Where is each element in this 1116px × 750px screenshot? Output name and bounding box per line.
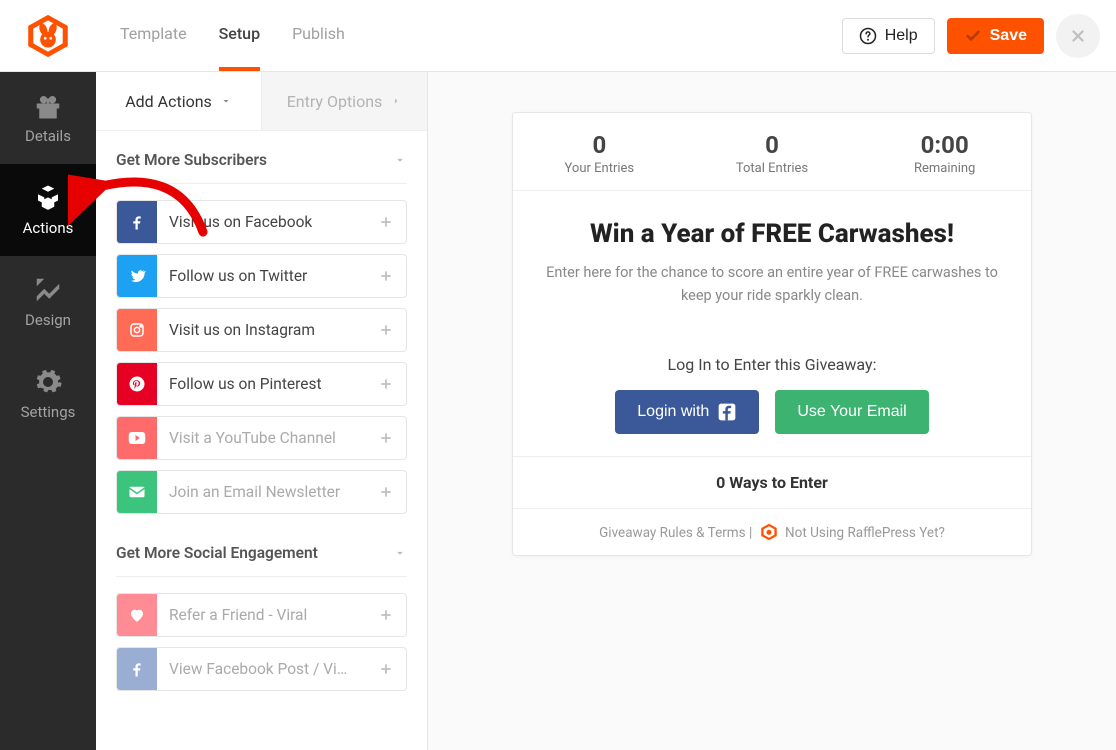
help-button[interactable]: Help [842, 18, 935, 54]
mail-icon [117, 470, 157, 514]
chevron-down-icon [393, 153, 407, 167]
facebook-icon [117, 647, 157, 691]
ways-to-enter: 0 Ways to Enter [513, 456, 1031, 508]
design-icon [33, 275, 63, 305]
rail-item-details[interactable]: Details [0, 72, 96, 164]
help-icon [859, 27, 877, 45]
section-title: Get More Social Engagement [116, 544, 318, 562]
add-action-button[interactable] [366, 377, 406, 391]
action-item[interactable]: Join an Email Newsletter [116, 470, 407, 514]
plus-icon [379, 431, 393, 445]
action-item-label: Visit us on Facebook [157, 213, 366, 231]
rail-item-design[interactable]: Design [0, 256, 96, 348]
left-rail: Details Actions Design Settings [0, 72, 96, 750]
action-item-label: Follow us on Pinterest [157, 375, 366, 393]
plus-icon [379, 662, 393, 676]
action-item-label: Visit us on Instagram [157, 321, 366, 339]
giveaway-title: Win a Year of FREE Carwashes! [545, 219, 999, 249]
action-item-label: Follow us on Twitter [157, 267, 366, 285]
stat-your-entries: 0 Your Entries [513, 113, 686, 190]
add-action-button[interactable] [366, 323, 406, 337]
section-header[interactable]: Get More Subscribers [96, 131, 427, 183]
actions-panel: Add Actions Entry Options Get More Subsc… [96, 72, 428, 750]
action-item-label: View Facebook Post / Video [157, 660, 366, 678]
facebook-icon [717, 402, 737, 422]
login-facebook-button[interactable]: Login with [615, 390, 759, 434]
action-item[interactable]: View Facebook Post / Video [116, 647, 407, 691]
plus-icon [379, 608, 393, 622]
save-button-label: Save [990, 27, 1027, 45]
add-action-button[interactable] [366, 431, 406, 445]
action-item-label: Join an Email Newsletter [157, 483, 366, 501]
close-button[interactable] [1056, 14, 1100, 58]
tab-template[interactable]: Template [120, 0, 187, 71]
add-action-button[interactable] [366, 269, 406, 283]
action-item[interactable]: Visit us on Facebook [116, 200, 407, 244]
action-item-label: Visit a YouTube Channel [157, 429, 366, 447]
login-prompt: Log In to Enter this Giveaway: [545, 355, 999, 374]
check-icon [964, 28, 982, 44]
add-action-button[interactable] [366, 215, 406, 229]
plus-icon [379, 323, 393, 337]
rafflepress-badge-icon [760, 523, 778, 541]
action-item-label: Refer a Friend - Viral [157, 606, 366, 624]
gift-icon [33, 91, 63, 121]
panel-tab-add-actions[interactable]: Add Actions [96, 72, 261, 130]
giveaway-footer: Giveaway Rules & Terms | Not Using Raffl… [513, 508, 1031, 555]
action-item[interactable]: Visit us on Instagram [116, 308, 407, 352]
save-button[interactable]: Save [947, 18, 1044, 54]
panel-tab-entry-options[interactable]: Entry Options [261, 72, 427, 130]
top-tabs: Template Setup Publish [120, 0, 345, 71]
chevron-down-icon [393, 546, 407, 560]
youtube-icon [117, 416, 157, 460]
gear-icon [33, 367, 63, 397]
plus-icon [379, 269, 393, 283]
tab-publish[interactable]: Publish [292, 0, 345, 71]
action-item[interactable]: Follow us on Pinterest [116, 362, 407, 406]
facebook-icon [117, 200, 157, 244]
rules-link[interactable]: Giveaway Rules & Terms [599, 525, 746, 541]
rafflepress-cta-link[interactable]: Not Using RafflePress Yet? [785, 525, 945, 541]
tab-setup[interactable]: Setup [219, 0, 260, 71]
help-button-label: Help [885, 27, 918, 45]
chevron-right-icon [390, 95, 402, 107]
giveaway-description: Enter here for the chance to score an en… [545, 261, 999, 307]
blocks-icon [33, 183, 63, 213]
plus-icon [379, 215, 393, 229]
rail-item-settings[interactable]: Settings [0, 348, 96, 440]
stat-total-entries: 0 Total Entries [686, 113, 859, 190]
logo [0, 13, 96, 59]
instagram-icon [117, 308, 157, 352]
plus-icon [379, 485, 393, 499]
action-item[interactable]: Follow us on Twitter [116, 254, 407, 298]
action-item[interactable]: Refer a Friend - Viral [116, 593, 407, 637]
add-action-button[interactable] [366, 485, 406, 499]
plus-icon [379, 377, 393, 391]
heart-icon [117, 593, 157, 637]
topbar: Template Setup Publish Help Save [0, 0, 1116, 72]
section-title: Get More Subscribers [116, 151, 267, 169]
pinterest-icon [117, 362, 157, 406]
rail-item-actions[interactable]: Actions [0, 164, 96, 256]
action-item[interactable]: Visit a YouTube Channel [116, 416, 407, 460]
chevron-down-icon [220, 95, 232, 107]
section-header[interactable]: Get More Social Engagement [96, 524, 427, 576]
stat-remaining: 0:00 Remaining [858, 113, 1031, 190]
add-action-button[interactable] [366, 608, 406, 622]
add-action-button[interactable] [366, 662, 406, 676]
preview-area: 0 Your Entries 0 Total Entries 0:00 Rema… [428, 72, 1116, 750]
twitter-icon [117, 254, 157, 298]
close-icon [1069, 27, 1087, 45]
use-email-button[interactable]: Use Your Email [775, 390, 928, 434]
rabbit-logo-icon [25, 13, 71, 59]
giveaway-widget: 0 Your Entries 0 Total Entries 0:00 Rema… [512, 112, 1032, 556]
